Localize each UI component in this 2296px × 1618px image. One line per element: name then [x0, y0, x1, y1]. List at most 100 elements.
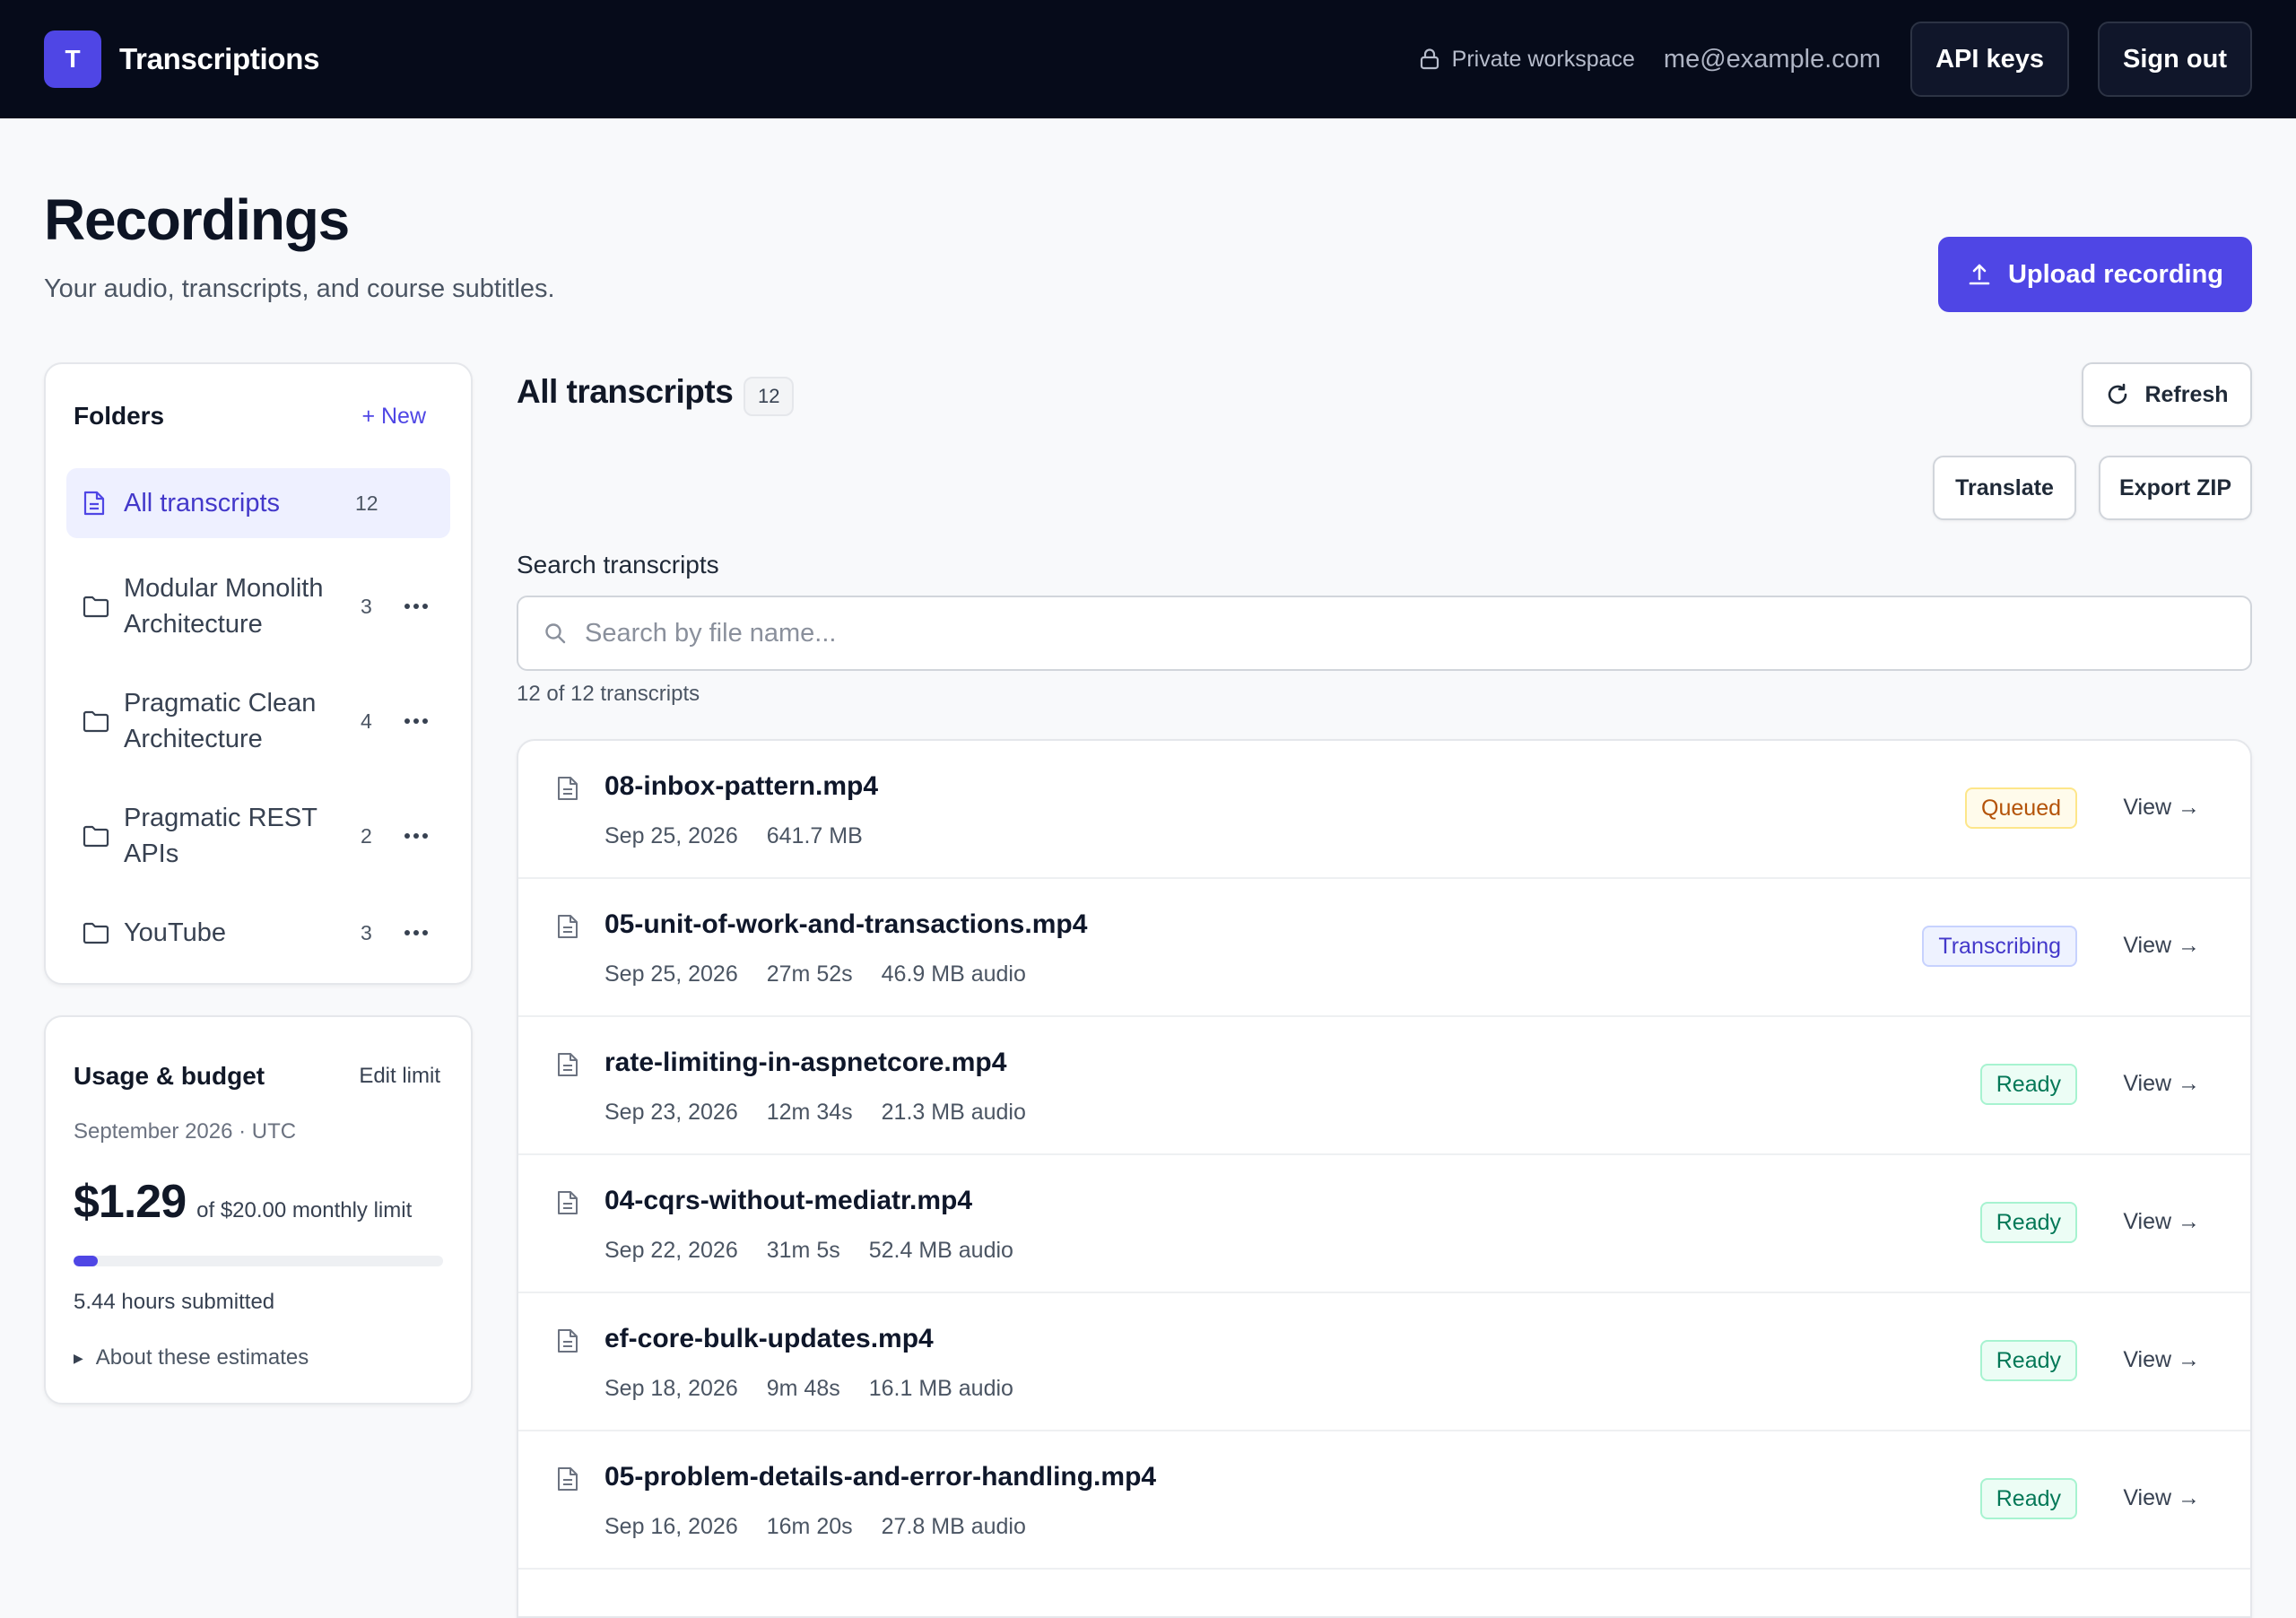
- view-link[interactable]: View →: [2123, 933, 2200, 959]
- view-link[interactable]: View →: [2123, 795, 2200, 821]
- folder-icon: [83, 595, 109, 618]
- folder-item-modular-monolith[interactable]: Modular Monolith Architecture 3: [66, 563, 450, 649]
- search-input[interactable]: [585, 618, 2199, 648]
- table-row[interactable]: 05-unit-of-work-and-transactions.mp4 Sep…: [518, 879, 2250, 1017]
- folder-count: 3: [361, 594, 372, 618]
- page-title: Recordings: [44, 187, 350, 252]
- table-row[interactable]: 08-inbox-pattern.mp4 Sep 25, 2026 641.7 M…: [518, 741, 2250, 879]
- view-link[interactable]: View →: [2123, 1071, 2200, 1097]
- recording-name[interactable]: 05-problem-details-and-error-handling.mp…: [604, 1462, 1156, 1492]
- lock-icon: [1420, 48, 1452, 70]
- status-badge: Ready: [1979, 1064, 2077, 1105]
- translate-button[interactable]: Translate: [1933, 456, 2076, 520]
- file-icon: [556, 913, 579, 940]
- document-icon: [83, 490, 108, 517]
- file-icon: [556, 1327, 579, 1354]
- recording-meta: Sep 16, 2026 16m 20s 27.8 MB audio: [604, 1514, 1026, 1540]
- recording-name[interactable]: ef-core-bulk-updates.mp4: [604, 1324, 934, 1354]
- file-icon: [556, 1051, 579, 1078]
- usage-limit-text: of $20.00 monthly limit: [196, 1198, 413, 1222]
- recording-size: 641.7 MB: [766, 823, 863, 848]
- table-row[interactable]: ef-core-bulk-updates.mp4 Sep 18, 2026 9m …: [518, 1293, 2250, 1431]
- top-bar: T Transcriptions Private workspace me@ex…: [0, 0, 2296, 118]
- top-right: Private workspace me@example.com API key…: [1420, 22, 2252, 97]
- about-estimates-toggle[interactable]: ▶ About these estimates: [74, 1345, 309, 1370]
- folder-count: 3: [361, 920, 372, 944]
- export-zip-button[interactable]: Export ZIP: [2099, 456, 2252, 520]
- status-badge: Ready: [1979, 1340, 2077, 1381]
- recording-meta: Sep 18, 2026 9m 48s 16.1 MB audio: [604, 1376, 1013, 1402]
- more-options-icon[interactable]: [404, 832, 429, 839]
- recording-date: Sep 16, 2026: [604, 1514, 738, 1539]
- usage-spent: $1.29: [74, 1176, 187, 1228]
- recording-date: Sep 18, 2026: [604, 1376, 738, 1401]
- recording-duration: 9m 48s: [766, 1376, 840, 1401]
- usage-budget-panel: Usage & budget Edit limit September 2026…: [44, 1015, 473, 1405]
- recording-meta: Sep 22, 2026 31m 5s 52.4 MB audio: [604, 1238, 1013, 1264]
- recording-size: 46.9 MB audio: [881, 961, 1026, 987]
- section-title: All transcripts: [517, 373, 734, 410]
- hours-submitted: 5.44 hours submitted: [74, 1290, 275, 1314]
- disclosure-triangle-icon: ▶: [74, 1350, 83, 1365]
- file-icon: [556, 1466, 579, 1492]
- recording-meta: Sep 25, 2026 641.7 MB: [604, 823, 863, 849]
- table-row[interactable]: 05-problem-details-and-error-handling.mp…: [518, 1431, 2250, 1570]
- user-email: me@example.com: [1663, 44, 1882, 74]
- recording-date: Sep 23, 2026: [604, 1100, 738, 1125]
- status-badge: Ready: [1979, 1478, 2077, 1519]
- view-link[interactable]: View →: [2123, 1347, 2200, 1373]
- folder-item-pragmatic-clean[interactable]: Pragmatic Clean Architecture 4: [66, 678, 450, 764]
- folder-count: 4: [361, 709, 372, 733]
- folders-title: Folders: [74, 402, 165, 430]
- app-logo: T: [44, 30, 101, 88]
- recording-name[interactable]: 05-unit-of-work-and-transactions.mp4: [604, 909, 1087, 940]
- workspace-label: Private workspace: [1451, 46, 1635, 72]
- folder-item-pragmatic-rest[interactable]: Pragmatic REST APIs 2: [66, 793, 450, 879]
- upload-icon: [1967, 262, 2008, 287]
- recordings-list: 08-inbox-pattern.mp4 Sep 25, 2026 641.7 M…: [517, 739, 2252, 1618]
- recording-name[interactable]: rate-limiting-in-aspnetcore.mp4: [604, 1048, 1006, 1078]
- usage-amount: $1.29 of $20.00 monthly limit: [74, 1175, 412, 1229]
- sign-out-button[interactable]: Sign out: [2098, 22, 2252, 97]
- view-link[interactable]: View →: [2123, 1209, 2200, 1235]
- usage-title: Usage & budget: [74, 1062, 265, 1090]
- edit-limit-button[interactable]: Edit limit: [359, 1064, 440, 1089]
- results-count: 12 of 12 transcripts: [517, 682, 700, 706]
- refresh-icon: [2105, 382, 2144, 407]
- page-subtitle: Your audio, transcripts, and course subt…: [44, 274, 555, 303]
- more-options-icon[interactable]: [404, 718, 429, 725]
- table-row[interactable]: 04-cqrs-without-mediatr.mp4 Sep 22, 2026…: [518, 1155, 2250, 1293]
- recording-name[interactable]: 08-inbox-pattern.mp4: [604, 771, 878, 802]
- new-folder-button[interactable]: + New: [361, 404, 426, 430]
- usage-header: Usage & budget Edit limit: [74, 1062, 440, 1091]
- search-label: Search transcripts: [517, 551, 719, 578]
- folder-name: YouTube: [124, 918, 226, 947]
- upload-recording-label: Upload recording: [2007, 259, 2224, 289]
- more-options-icon[interactable]: [404, 929, 429, 936]
- recording-size: 27.8 MB audio: [881, 1514, 1026, 1539]
- api-keys-button[interactable]: API keys: [1910, 22, 2070, 97]
- status-badge: Queued: [1965, 787, 2077, 829]
- status-badge: Ready: [1979, 1202, 2077, 1243]
- folder-item-all-transcripts[interactable]: All transcripts 12: [66, 468, 450, 538]
- upload-recording-button[interactable]: Upload recording: [1938, 237, 2252, 312]
- brand[interactable]: T Transcriptions: [44, 30, 320, 88]
- recording-duration: 16m 20s: [766, 1514, 853, 1539]
- recording-size: 21.3 MB audio: [881, 1100, 1026, 1125]
- recording-date: Sep 25, 2026: [604, 823, 738, 848]
- recording-name[interactable]: 04-cqrs-without-mediatr.mp4: [604, 1186, 972, 1216]
- table-row[interactable]: rate-limiting-in-aspnetcore.mp4 Sep 23, …: [518, 1017, 2250, 1155]
- more-options-icon[interactable]: [404, 603, 429, 610]
- file-icon: [556, 775, 579, 802]
- usage-progress-bar: [74, 1256, 443, 1266]
- folder-count: 12: [355, 491, 378, 515]
- view-link[interactable]: View →: [2123, 1485, 2200, 1511]
- recording-duration: 27m 52s: [766, 961, 853, 987]
- recording-duration: 31m 5s: [766, 1238, 840, 1263]
- recording-size: 52.4 MB audio: [868, 1238, 1013, 1263]
- folder-count: 2: [361, 823, 372, 848]
- folder-item-youtube[interactable]: YouTube 3: [66, 906, 450, 960]
- folder-icon: [83, 709, 109, 733]
- usage-progress-fill: [74, 1256, 98, 1266]
- refresh-button[interactable]: Refresh: [2082, 362, 2252, 427]
